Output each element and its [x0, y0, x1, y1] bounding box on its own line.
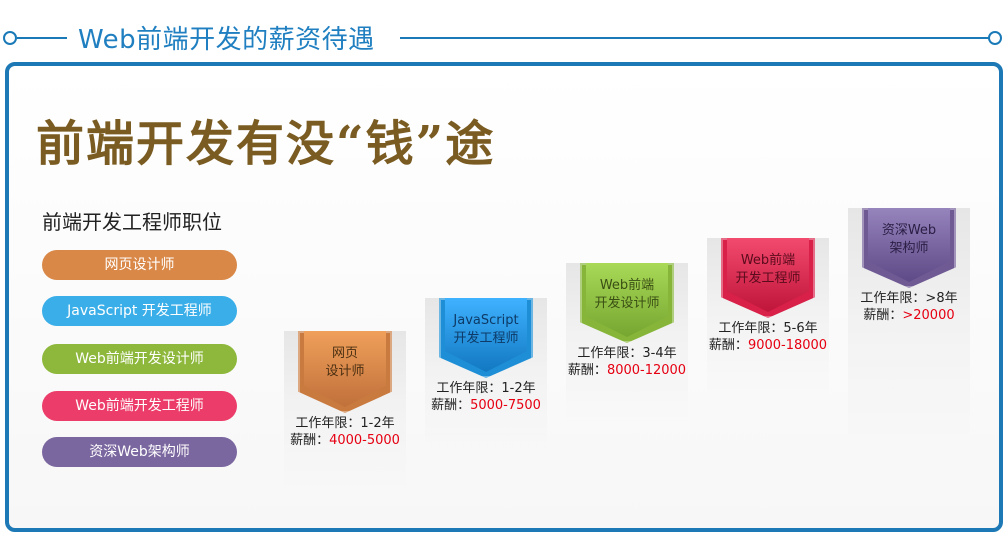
salary-row: 薪酬：4000-5000: [290, 433, 400, 448]
level-column-4: Web前端 开发工程师 工作年限：5-6年 薪酬：9000-18000: [707, 238, 829, 398]
level-column-2: JavaScript 开发工程师 工作年限：1-2年 薪酬：5000-7500: [425, 298, 547, 458]
salary-row: 薪酬：9000-18000: [708, 338, 828, 353]
years-row: 工作年限：1-2年: [295, 416, 395, 431]
years-row: 工作年限：3-4年: [577, 346, 677, 361]
level-column-5: 资深Web 架构师 工作年限：>8年 薪酬：>20000: [848, 208, 970, 460]
positions-title: 前端开发工程师职位: [42, 210, 222, 234]
ribbon-badge-icon: Web前端 开发工程师: [721, 238, 815, 318]
ribbon-line1: JavaScript: [453, 313, 519, 328]
position-pill-frontend-engineer: Web前端开发工程师: [42, 391, 237, 421]
salary-value: 5000-7500: [470, 398, 541, 413]
salary-value: 9000-18000: [747, 338, 828, 353]
years-row: 工作年限：>8年: [860, 291, 958, 306]
position-pill-frontend-designer: Web前端开发设计师: [42, 344, 237, 374]
ribbon-badge-icon: 网页 设计师: [298, 331, 392, 413]
header-title: Web前端开发的薪资待遇: [78, 25, 375, 55]
position-pill-web-designer: 网页设计师: [42, 250, 237, 280]
ribbon-line1: 网页: [331, 346, 358, 361]
ribbon-line1: Web前端: [740, 253, 796, 268]
salary-row: 薪酬：8000-12000: [567, 363, 687, 378]
ribbon-line2: 开发工程师: [453, 331, 519, 346]
position-pill-js-engineer: JavaScript 开发工程师: [42, 296, 237, 326]
level-column-3: Web前端 开发设计师 工作年限：3-4年 薪酬：8000-12000: [566, 263, 688, 423]
salary-row: 薪酬：5000-7500: [431, 398, 541, 413]
level-column-1: 网页 设计师 工作年限：1-2年 薪酬：4000-5000: [284, 331, 406, 491]
salary-value: 4000-5000: [329, 433, 400, 448]
ribbon-line1: 资深Web: [881, 223, 937, 238]
ribbon-line2: 架构师: [889, 241, 929, 256]
page-title: 前端开发有没“钱”途: [36, 116, 496, 172]
ribbon-badge-icon: 资深Web 架构师: [862, 208, 956, 288]
salary-value: 8000-12000: [606, 363, 687, 378]
salary-row: 薪酬：>20000: [863, 308, 955, 323]
header-right-line: [400, 37, 989, 39]
ribbon-line2: 开发设计师: [594, 296, 660, 311]
header-left-dot-icon: [3, 31, 17, 45]
ribbon-line2: 开发工程师: [735, 271, 801, 286]
years-row: 工作年限：1-2年: [436, 381, 536, 396]
position-pill-senior-architect: 资深Web架构师: [42, 437, 237, 467]
ribbon-badge-icon: JavaScript 开发工程师: [439, 298, 533, 378]
section-header: Web前端开发的薪资待遇: [0, 14, 1005, 62]
header-left-line: [17, 37, 67, 39]
ribbon-badge-icon: Web前端 开发设计师: [580, 263, 674, 343]
years-row: 工作年限：5-6年: [718, 321, 818, 336]
ribbon-line2: 设计师: [325, 364, 365, 379]
header-right-dot-icon: [988, 31, 1002, 45]
salary-value: >20000: [902, 308, 955, 323]
ribbon-line1: Web前端: [599, 278, 655, 293]
